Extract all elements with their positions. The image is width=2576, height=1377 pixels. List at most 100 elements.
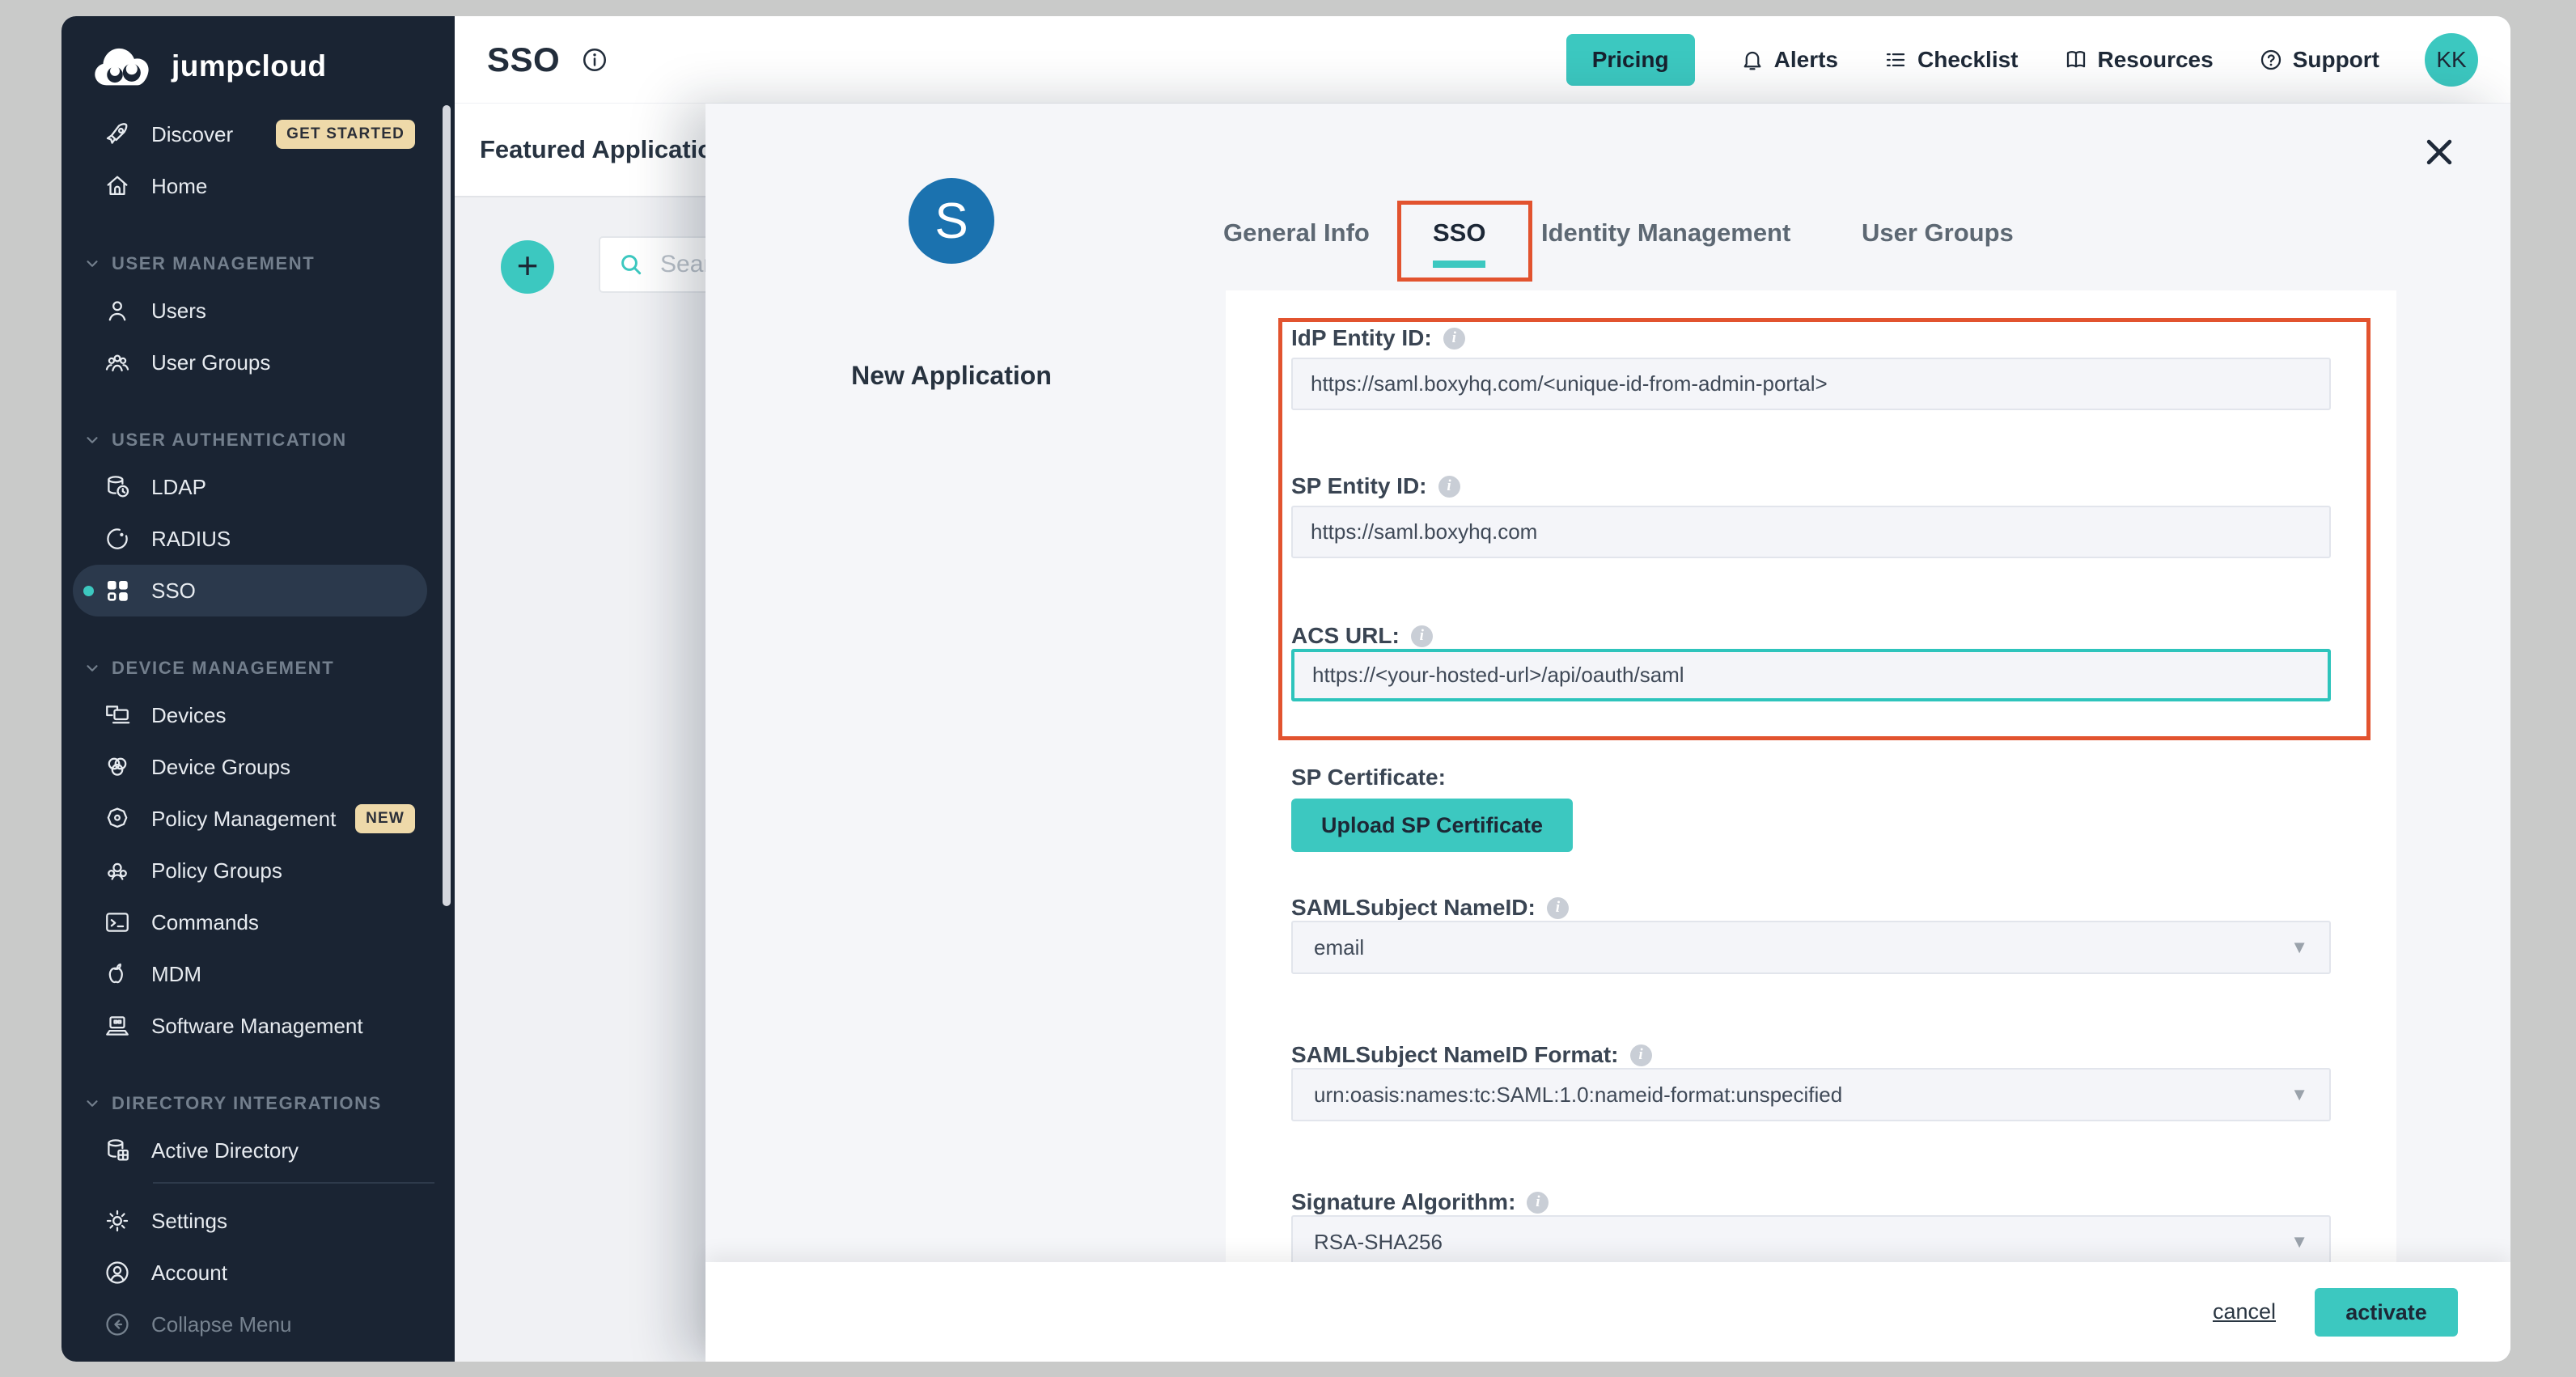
idp-entity-id-input[interactable] xyxy=(1291,358,2331,410)
sidebar-item-software-management[interactable]: Software Management xyxy=(61,1000,455,1052)
sidebar-item-label: MDM xyxy=(151,962,201,987)
label-text: SAMLSubject NameID Format: xyxy=(1291,1042,1619,1068)
sidebar-item-label: LDAP xyxy=(151,475,206,500)
sidebar-item-account[interactable]: Account xyxy=(61,1247,455,1299)
caret-down-icon: ▼ xyxy=(2290,937,2308,958)
screen: jumpcloud Discover GET STARTED Home USER… xyxy=(0,0,2576,1377)
sidebar-item-label: User Groups xyxy=(151,350,270,375)
selected-value: RSA-SHA256 xyxy=(1314,1230,1443,1255)
checklist-button[interactable]: Checklist xyxy=(1883,47,2019,73)
sidebar-item-radius[interactable]: RADIUS xyxy=(61,513,455,565)
sidebar-item-label: Device Groups xyxy=(151,755,290,780)
sidebar-item-settings[interactable]: Settings xyxy=(61,1195,455,1247)
info-icon[interactable]: i xyxy=(1527,1192,1549,1214)
tab-identity-management[interactable]: Identity Management xyxy=(1541,218,1790,248)
sidebar-item-label: Discover xyxy=(151,122,233,147)
info-icon[interactable]: i xyxy=(1547,897,1569,919)
sidebar-section-user-management[interactable]: USER MANAGEMENT xyxy=(61,243,455,285)
plus-icon: + xyxy=(517,247,539,284)
sidebar-footer: Settings Account Collapse Menu xyxy=(61,1163,455,1350)
upload-sp-certificate-button[interactable]: Upload SP Certificate xyxy=(1291,799,1573,852)
application-name: New Application xyxy=(790,361,1113,391)
sidebar-section-directory-integrations[interactable]: DIRECTORY INTEGRATIONS xyxy=(61,1083,455,1125)
cancel-button[interactable]: cancel xyxy=(2213,1299,2276,1324)
resources-button[interactable]: Resources xyxy=(2064,47,2214,73)
logo-wordmark: jumpcloud xyxy=(172,49,327,83)
section-title: USER AUTHENTICATION xyxy=(112,430,347,451)
tab-sso[interactable]: SSO xyxy=(1433,218,1485,248)
alerts-button[interactable]: Alerts xyxy=(1740,47,1838,73)
sidebar-item-discover[interactable]: Discover GET STARTED xyxy=(61,108,455,160)
chevron-down-icon xyxy=(83,1095,101,1112)
sidebar-item-sso[interactable]: SSO xyxy=(73,565,427,616)
application-initial-avatar: S xyxy=(909,178,994,264)
jumpcloud-cloud-icon xyxy=(91,45,160,87)
sidebar-item-mdm[interactable]: MDM xyxy=(61,948,455,1000)
sidebar-item-user-groups[interactable]: User Groups xyxy=(61,337,455,388)
saml-subject-nameid-select[interactable]: email ▼ xyxy=(1291,921,2331,974)
info-icon[interactable] xyxy=(581,46,608,74)
sidebar-section-device-management[interactable]: DEVICE MANAGEMENT xyxy=(61,647,455,689)
pricing-button[interactable]: Pricing xyxy=(1566,34,1695,86)
support-button[interactable]: Support xyxy=(2259,47,2379,73)
chevron-down-icon xyxy=(83,431,101,449)
account-icon xyxy=(104,1259,131,1286)
label-text: SAMLSubject NameID: xyxy=(1291,895,1536,921)
info-icon[interactable]: i xyxy=(1438,476,1460,498)
software-management-icon xyxy=(104,1012,131,1040)
sidebar-item-device-groups[interactable]: Device Groups xyxy=(61,741,455,793)
caret-down-icon: ▼ xyxy=(2290,1084,2308,1105)
sidebar-item-home[interactable]: Home xyxy=(61,160,455,212)
apple-mdm-icon xyxy=(104,960,131,988)
sidebar-item-commands[interactable]: Commands xyxy=(61,896,455,948)
sidebar-item-label: Policy Management xyxy=(151,807,336,832)
saml-subject-nameid-format-select[interactable]: urn:oasis:names:tc:SAML:1.0:nameid-forma… xyxy=(1291,1068,2331,1121)
label-text: Signature Algorithm: xyxy=(1291,1189,1515,1215)
user-avatar[interactable]: KK xyxy=(2425,33,2478,87)
signature-algorithm-select[interactable]: RSA-SHA256 ▼ xyxy=(1291,1215,2331,1262)
sp-entity-id-input[interactable] xyxy=(1291,506,2331,558)
new-badge: NEW xyxy=(355,804,415,833)
search-icon xyxy=(618,252,644,278)
selected-value: urn:oasis:names:tc:SAML:1.0:nameid-forma… xyxy=(1314,1083,1842,1108)
jumpcloud-logo[interactable]: jumpcloud xyxy=(61,16,455,108)
devices-icon xyxy=(104,701,131,729)
tab-user-groups[interactable]: User Groups xyxy=(1862,218,2014,248)
book-icon xyxy=(2064,48,2088,72)
alerts-label: Alerts xyxy=(1774,47,1838,73)
info-icon[interactable]: i xyxy=(1411,625,1433,647)
sidebar-item-collapse-menu[interactable]: Collapse Menu xyxy=(61,1299,455,1350)
home-icon xyxy=(104,172,131,200)
collapse-arrow-icon xyxy=(104,1311,131,1338)
add-application-button[interactable]: + xyxy=(501,240,554,294)
info-icon[interactable]: i xyxy=(1630,1044,1652,1066)
sidebar-item-policy-management[interactable]: Policy Management NEW xyxy=(61,793,455,845)
activate-button[interactable]: activate xyxy=(2315,1288,2458,1337)
acs-url-label: ACS URL: i xyxy=(1291,623,1433,649)
sidebar-item-label: Software Management xyxy=(151,1014,363,1039)
gear-icon xyxy=(104,1207,131,1235)
info-icon[interactable]: i xyxy=(1443,328,1465,350)
caret-down-icon: ▼ xyxy=(2290,1231,2308,1252)
sidebar-item-users[interactable]: Users xyxy=(61,285,455,337)
section-title: USER MANAGEMENT xyxy=(112,253,315,274)
active-directory-icon xyxy=(104,1137,131,1164)
top-header: SSO Pricing Alerts Checklist Resources S… xyxy=(455,16,2510,103)
sidebar: jumpcloud Discover GET STARTED Home USER… xyxy=(61,16,455,1362)
sidebar-scrollbar[interactable] xyxy=(443,105,451,906)
tab-general-info[interactable]: General Info xyxy=(1223,218,1370,248)
sidebar-item-ldap[interactable]: LDAP xyxy=(61,461,455,513)
sidebar-section-user-authentication[interactable]: USER AUTHENTICATION xyxy=(61,419,455,461)
sidebar-item-label: Policy Groups xyxy=(151,858,282,883)
sidebar-item-label: RADIUS xyxy=(151,527,231,552)
label-text: IdP Entity ID: xyxy=(1291,325,1432,351)
acs-url-input[interactable] xyxy=(1291,649,2331,701)
sidebar-item-policy-groups[interactable]: Policy Groups xyxy=(61,845,455,896)
users-group-icon xyxy=(104,349,131,376)
close-button[interactable] xyxy=(2421,134,2457,170)
sidebar-item-label: SSO xyxy=(151,578,196,604)
label-text: SP Entity ID: xyxy=(1291,473,1427,499)
sidebar-item-devices[interactable]: Devices xyxy=(61,689,455,741)
support-label: Support xyxy=(2293,47,2379,73)
saml-subject-nameid-label: SAMLSubject NameID: i xyxy=(1291,895,1569,921)
